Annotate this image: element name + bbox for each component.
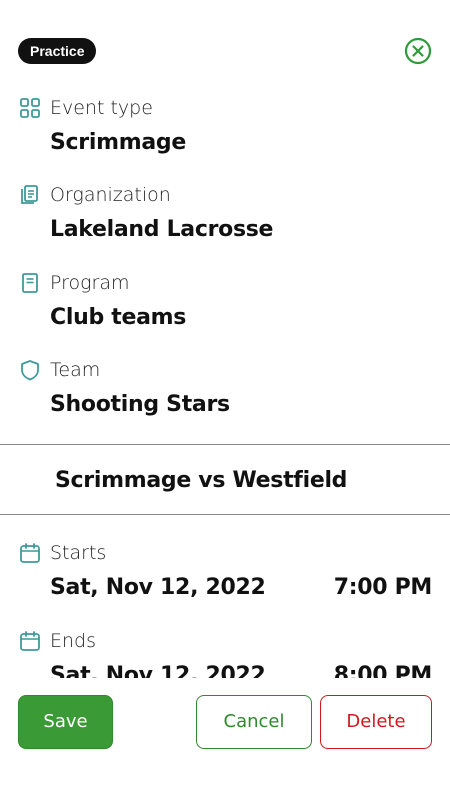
organization-value: Lakeland Lacrosse [50, 217, 274, 242]
event-title[interactable]: Scrimmage vs Westfield [55, 468, 347, 493]
program-value: Club teams [50, 305, 187, 330]
team-label: Team [50, 359, 101, 381]
delete-button[interactable]: Delete [320, 695, 432, 749]
save-button[interactable]: Save [18, 695, 113, 749]
grid-icon [20, 98, 40, 118]
divider [0, 514, 450, 515]
end-date[interactable]: Sat, Nov 12, 2022 [50, 663, 266, 678]
start-time[interactable]: 7:00 PM [334, 575, 433, 601]
starts-label: Starts [50, 542, 107, 564]
program-label: Program [50, 272, 130, 294]
end-time[interactable]: 8:00 PM [334, 663, 433, 678]
document-icon [22, 273, 38, 293]
divider [0, 444, 450, 445]
organization-label: Organization [50, 184, 171, 206]
documents-icon [21, 185, 38, 204]
close-icon[interactable] [404, 37, 432, 65]
calendar-icon [20, 631, 40, 651]
event-type-value: Scrimmage [50, 130, 186, 155]
event-type-label: Event type [50, 97, 153, 119]
action-bar: Save Cancel Delete [0, 678, 450, 800]
start-date[interactable]: Sat, Nov 12, 2022 [50, 575, 266, 601]
calendar-icon [20, 543, 40, 563]
cancel-button[interactable]: Cancel [196, 695, 312, 749]
category-badge: Practice [18, 38, 97, 64]
shield-icon [21, 360, 39, 381]
details-scroll-area[interactable]: Event type Scrimmage Organization Lakela… [0, 80, 450, 678]
team-value: Shooting Stars [50, 392, 230, 417]
ends-label: Ends [50, 630, 97, 652]
